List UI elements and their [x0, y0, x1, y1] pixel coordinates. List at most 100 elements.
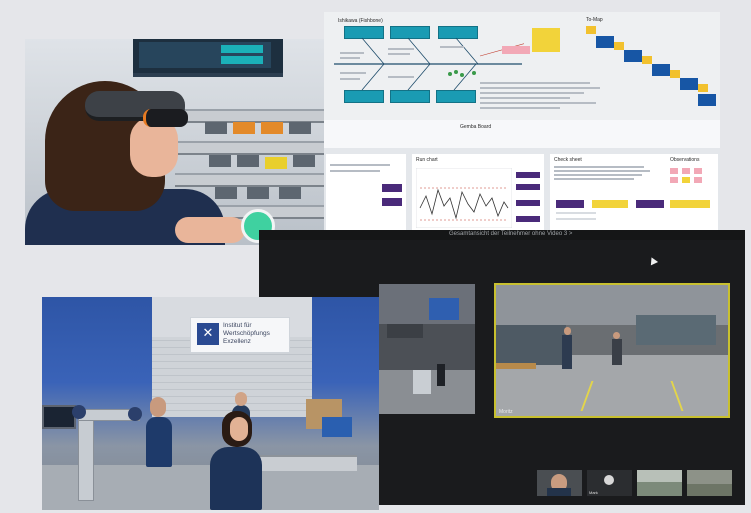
monitor — [42, 405, 76, 429]
participant-thumbnail[interactable] — [537, 470, 582, 496]
sticky-note — [682, 177, 690, 183]
bin — [289, 122, 311, 134]
sticky-note — [694, 168, 702, 174]
text-line — [388, 48, 414, 50]
person-figure — [437, 364, 445, 386]
blue-crate — [322, 417, 352, 437]
shelf — [175, 141, 325, 155]
observations-title: Observations — [670, 157, 700, 163]
category-chip — [592, 200, 628, 208]
step-box — [624, 50, 642, 62]
sticky-note — [694, 177, 702, 183]
person-figure — [562, 335, 572, 369]
step-box — [652, 64, 670, 76]
bin — [237, 155, 259, 167]
mouse-cursor-icon — [647, 255, 659, 266]
to-map-title: To-Map — [586, 17, 603, 23]
text-line — [554, 166, 644, 168]
factory-ceiling — [379, 284, 475, 324]
text-line — [340, 72, 366, 74]
step-note — [670, 70, 680, 78]
person-body — [210, 447, 262, 510]
step-note — [642, 56, 652, 64]
digital-whiteboard: Ishikawa (Fishbone) To-Map Gemba Board R… — [324, 12, 720, 242]
monitor-button-2 — [221, 56, 263, 64]
gemba-title: Gemba Board — [460, 124, 492, 130]
call-header: Gesamtansicht der Teilnehmer ohne Video … — [259, 230, 745, 240]
person-arm — [175, 217, 245, 243]
institute-sign: ✕ Institut für Wertschöpfungs Exzellenz — [190, 317, 290, 353]
text-line — [388, 76, 414, 78]
label-chip — [516, 172, 540, 178]
run-chart — [416, 168, 512, 228]
person-head — [564, 327, 571, 335]
person-body — [146, 417, 172, 467]
person-head — [613, 332, 620, 339]
blue-wall-panel — [429, 298, 459, 320]
participant-body — [547, 488, 571, 496]
monitor-button-1 — [221, 45, 263, 53]
bin — [247, 187, 269, 199]
cart — [413, 370, 431, 394]
sign-line-3: Exzellenz — [223, 338, 251, 345]
text-line — [340, 57, 360, 59]
text-line — [480, 97, 570, 99]
check-sheet-panel: Check sheet Observations — [550, 154, 718, 242]
step-box — [596, 36, 614, 48]
ar-visor — [143, 109, 188, 127]
fishbone-section: Ishikawa (Fishbone) To-Map — [324, 12, 720, 120]
ar-headset-photo — [25, 39, 325, 245]
person-figure — [612, 339, 622, 365]
text-line — [480, 102, 596, 104]
bin — [265, 157, 287, 169]
text-line — [330, 164, 390, 166]
category-chip — [670, 200, 710, 208]
participant-thumbnail[interactable]: Mark — [587, 470, 632, 496]
active-speaker-video-tile[interactable]: Moritz — [494, 283, 730, 418]
label-chip — [516, 200, 540, 206]
participant-video-tile[interactable] — [379, 284, 475, 414]
text-line — [440, 46, 464, 48]
bin — [215, 187, 237, 199]
participant-thumbnail[interactable] — [687, 470, 732, 496]
sticky-note — [682, 168, 690, 174]
person-face — [230, 417, 248, 441]
left-notes-panel — [326, 154, 406, 242]
bin — [205, 122, 227, 134]
participant-name-label: Moritz — [499, 409, 513, 415]
label-chip — [382, 198, 402, 206]
text-line — [340, 78, 360, 80]
step-box — [680, 78, 698, 90]
robot-arm-base — [78, 409, 94, 501]
step-note — [698, 84, 708, 92]
text-line — [554, 174, 642, 176]
row-line — [556, 218, 596, 220]
bin — [209, 155, 231, 167]
row-line — [556, 212, 596, 214]
label-chip — [516, 184, 540, 190]
bin — [233, 122, 255, 134]
sign-line-2: Wertschöpfungs — [223, 330, 270, 337]
person-head — [235, 392, 247, 406]
production-line — [496, 325, 566, 365]
person-head — [150, 397, 166, 417]
text-line — [480, 92, 584, 94]
text-line — [554, 178, 634, 180]
text-line — [340, 52, 364, 54]
text-line — [480, 87, 600, 89]
text-line — [388, 53, 410, 55]
step-note — [586, 26, 596, 34]
bin — [279, 187, 301, 199]
text-line — [480, 82, 590, 84]
label-chip — [516, 216, 540, 222]
text-line — [480, 107, 560, 109]
robot-joint — [128, 407, 142, 421]
label-chip — [382, 184, 402, 192]
machine — [387, 324, 423, 338]
shelf-monitor — [133, 39, 283, 77]
shelf — [175, 109, 325, 123]
run-chart-panel: Run chart — [412, 154, 544, 242]
room-wall — [637, 470, 682, 482]
participant-thumbnail[interactable] — [637, 470, 682, 496]
call-header-text[interactable]: Gesamtansicht der Teilnehmer ohne Video … — [449, 231, 572, 237]
